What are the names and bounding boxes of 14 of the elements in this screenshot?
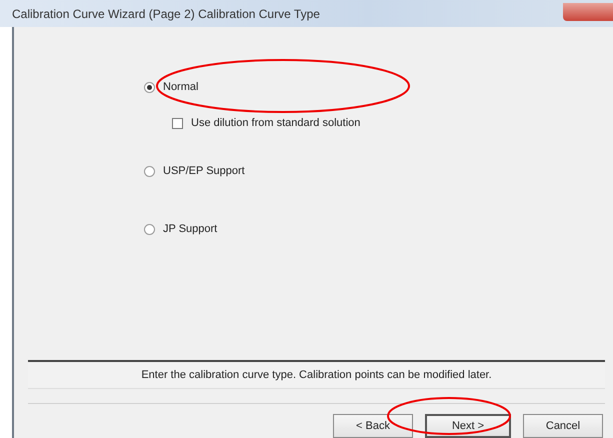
dialog-button[interactable]: Next > [425,414,511,438]
window-title: Calibration Curve Wizard (Page 2) Calibration Curve Type [12,6,320,20]
radio-label: JP Support [163,223,218,235]
status-message: Enter the calibration curve type. Calibration points can be modified later. [141,368,492,381]
radio-button[interactable] [144,224,155,234]
checkbox-label: Use dilution from standard solution [191,117,360,129]
close-button[interactable] [563,3,613,21]
checkbox[interactable] [172,118,183,128]
dialog-button[interactable]: < Back [333,414,413,438]
radio-button[interactable] [144,82,155,92]
radio-button[interactable] [144,166,155,176]
radio-label: USP/EP Support [163,165,245,177]
radio-label: Normal [163,81,198,93]
dialog-button[interactable]: Cancel [523,414,603,438]
